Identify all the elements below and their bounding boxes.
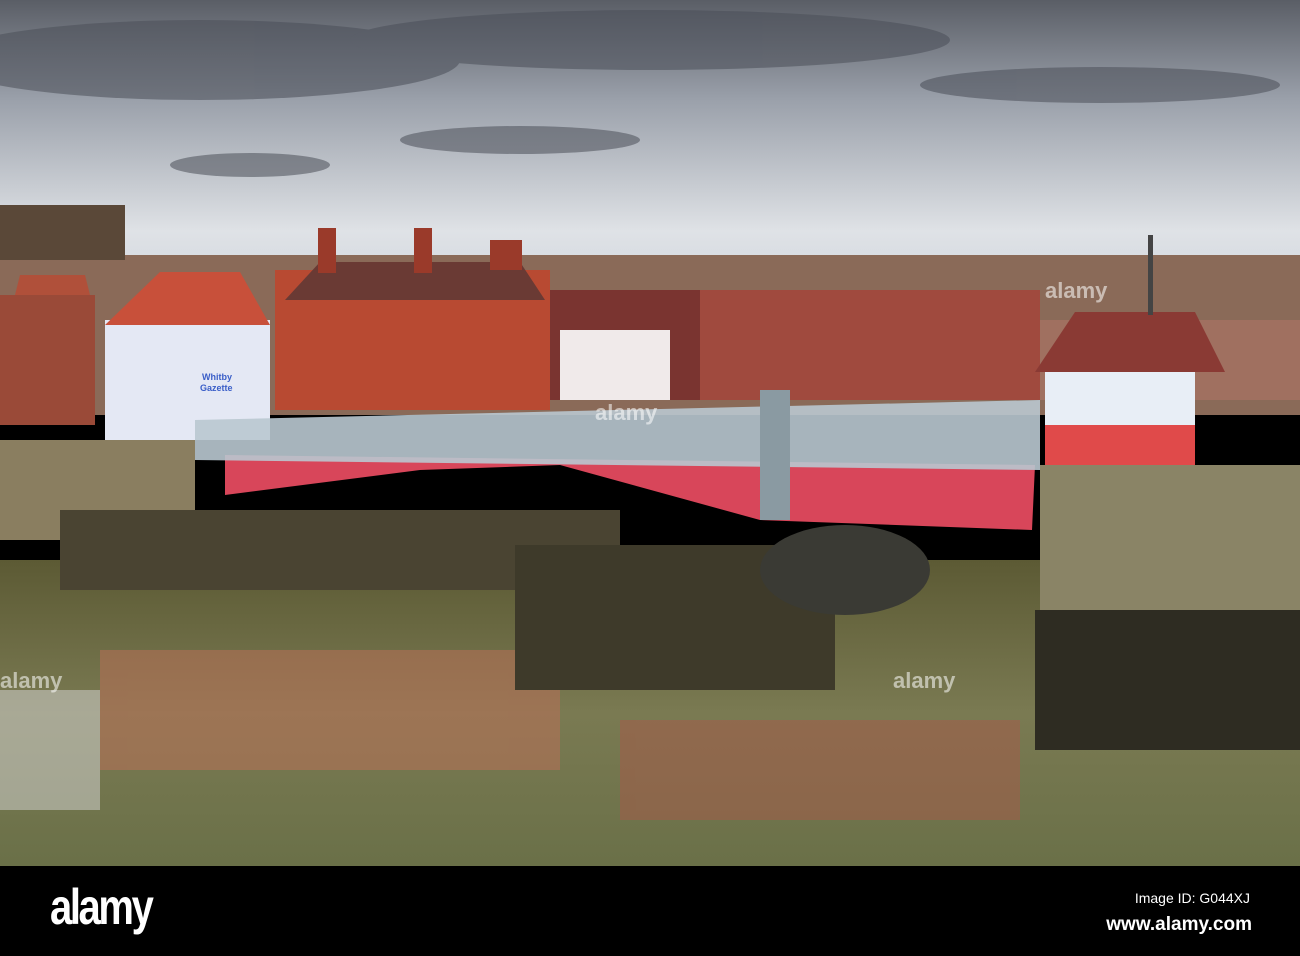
image-id: Image ID: G044XJ	[1134, 890, 1250, 906]
seaweed-base	[1035, 610, 1300, 750]
shop-sign-line1: Whitby	[202, 372, 232, 382]
photo-whitby-swing-bridge: Whitby Gazette	[0, 0, 1300, 866]
alamy-url: www.alamy.com	[1106, 914, 1252, 935]
watermark-overlay-right: alamy	[1045, 278, 1108, 303]
stone-pier-right	[1040, 465, 1300, 615]
watermark-overlay-left: alamy	[0, 668, 63, 693]
shop-sign-line2: Gazette	[200, 383, 233, 393]
watermark-footer: alamy Image ID: G044XJ www.alamy.com	[0, 866, 1300, 956]
watermark-overlay-center: alamy	[595, 400, 658, 425]
pivot-base	[760, 525, 930, 615]
watermark-overlay-water: alamy	[893, 668, 956, 693]
alamy-logo: alamy	[50, 879, 154, 935]
